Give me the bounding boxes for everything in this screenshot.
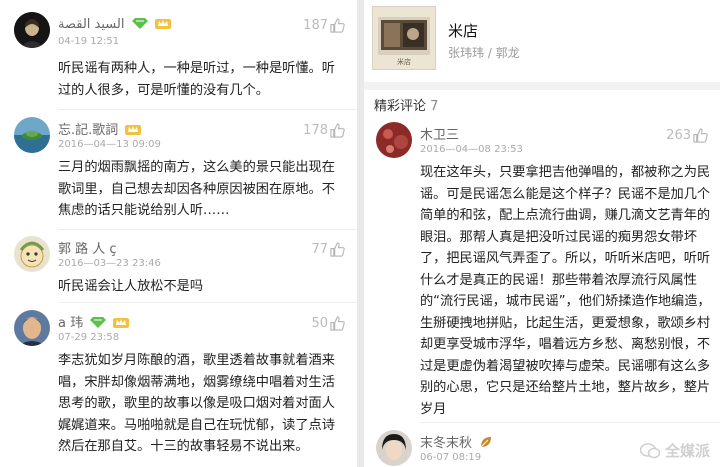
leaf-badge-icon	[479, 435, 493, 453]
like-button[interactable]: 50	[311, 316, 345, 331]
comment-text: 现在这年头，只要拿把吉他弹唱的，都被称之为民谣。可是民谣怎么能是这个样子？民谣不…	[420, 165, 711, 417]
section-header: 精彩评论 7	[374, 95, 438, 114]
song-artist[interactable]: 张玮玮 / 郭龙	[448, 44, 520, 61]
song-title[interactable]: 米店	[448, 20, 478, 41]
username[interactable]: a 玮	[58, 312, 130, 332]
right-song-panel: 米店 米店 张玮玮 / 郭龙 精彩评论 7 木卫三 2016—04—08 23:…	[364, 0, 720, 467]
like-button[interactable]: 263	[666, 128, 708, 143]
section-title: 精彩评论	[374, 99, 427, 114]
comment-date: 06-07 08:19	[420, 452, 482, 463]
comment-item: a 玮 07-29 23:58 50 李志犹如岁月陈酿的酒，歌里透着故事就着酒来…	[0, 310, 357, 467]
comment-text: 听民谣会让人放松不是吗	[58, 279, 204, 294]
thumbs-up-icon	[330, 18, 345, 33]
comment-item: 郭 路 人 ç 2016—03—23 23:46 77 听民谣会让人放松不是吗	[0, 236, 357, 302]
comment-date: 07-29 23:58	[58, 332, 120, 343]
comment-date: 2016—03—23 23:46	[58, 258, 161, 269]
panel-separator	[357, 0, 364, 467]
thumbs-up-icon	[330, 316, 345, 331]
like-count: 263	[666, 128, 691, 143]
avatar[interactable]	[376, 430, 412, 466]
comment-item: 木卫三 2016—04—08 23:53 263 现在这年头，只要拿把吉他弹唱的…	[364, 122, 720, 422]
username[interactable]: 末冬末秋	[420, 432, 493, 453]
like-button[interactable]: 187	[303, 18, 345, 33]
username[interactable]: السيد القصة	[58, 16, 171, 33]
section-divider	[364, 82, 720, 90]
username[interactable]: 郭 路 人 ç	[58, 238, 117, 257]
avatar-image	[14, 12, 50, 48]
avatar[interactable]	[14, 310, 50, 346]
avatar[interactable]	[376, 122, 412, 158]
vip-diamond-icon	[90, 316, 107, 332]
album-cover-text: 米店	[397, 57, 411, 66]
vip-diamond-icon	[131, 17, 148, 33]
comment-item: 忘.記.歌詞 2016—04—13 09:09 178 三月的烟雨飘摇的南方，这…	[0, 117, 357, 229]
avatar-image	[14, 117, 50, 153]
divider	[58, 229, 357, 230]
avatar[interactable]	[14, 236, 50, 272]
album-cover[interactable]: 米店	[372, 6, 436, 70]
watermark-text: 全媒派	[664, 442, 710, 460]
comment-text: 三月的烟雨飘摇的南方，这么美的景只能出现在歌词里，自己想去却因各种原因被困在原地…	[58, 160, 335, 218]
like-button[interactable]: 77	[311, 242, 345, 257]
username[interactable]: 木卫三	[420, 124, 459, 143]
comment-item: السيد القصة 04-19 12:51 187 听民谣有两种人，一种是听…	[0, 12, 357, 112]
comment-date: 2016—04—08 23:53	[420, 144, 523, 155]
thumbs-up-icon	[693, 128, 708, 143]
avatar-image	[376, 430, 412, 466]
avatar-image	[376, 122, 412, 158]
watermark: 全媒派	[639, 440, 710, 461]
left-comment-panel: السيد القصة 04-19 12:51 187 听民谣有两种人，一种是听…	[0, 0, 357, 467]
avatar-image	[14, 310, 50, 346]
album-cover-image: 米店	[373, 7, 435, 69]
thumbs-up-icon	[330, 123, 345, 138]
thumbs-up-icon	[330, 242, 345, 257]
username[interactable]: 忘.記.歌詞	[58, 119, 142, 139]
avatar[interactable]	[14, 12, 50, 48]
comment-text: 李志犹如岁月陈酿的酒，歌里透着故事就着酒来唱，宋胖却像烟蒂满地，烟雾缭绕中唱着对…	[58, 353, 335, 454]
crown-badge-icon	[113, 315, 130, 332]
divider	[58, 109, 357, 110]
divider	[420, 422, 720, 423]
like-count: 187	[303, 18, 328, 33]
wechat-icon	[639, 442, 660, 458]
comment-date: 04-19 12:51	[58, 36, 120, 47]
section-count: 7	[430, 99, 439, 114]
avatar-image	[14, 236, 50, 272]
crown-badge-icon	[154, 16, 171, 33]
avatar[interactable]	[14, 117, 50, 153]
comment-text: 听民谣有两种人，一种是听过，一种是听懂。听过的人很多，可是听懂的没有几个。	[58, 61, 335, 98]
divider	[58, 302, 357, 303]
comment-date: 2016—04—13 09:09	[58, 139, 161, 150]
like-count: 178	[303, 123, 328, 138]
crown-badge-icon	[125, 122, 142, 139]
like-count: 77	[311, 242, 328, 257]
like-button[interactable]: 178	[303, 123, 345, 138]
like-count: 50	[311, 316, 328, 331]
